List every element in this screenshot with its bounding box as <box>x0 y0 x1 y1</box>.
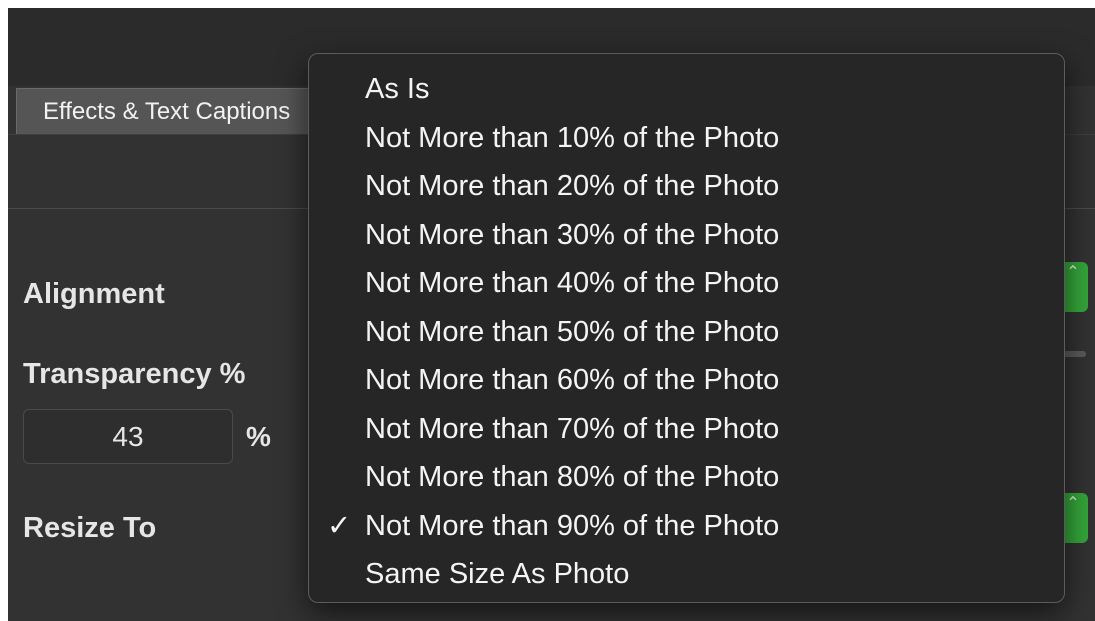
menu-item-label: Not More than 40% of the Photo <box>365 267 780 299</box>
chevron-up-down-icon: ⌃ <box>1066 495 1080 512</box>
menu-item[interactable]: Not More than 60% of the Photo <box>309 356 1064 405</box>
menu-item[interactable]: Not More than 10% of the Photo <box>309 114 1064 163</box>
tab-effects-text-captions[interactable]: Effects & Text Captions <box>16 88 316 134</box>
menu-item[interactable]: Not More than 70% of the Photo <box>309 405 1064 454</box>
menu-item-label: Not More than 90% of the Photo <box>365 509 780 542</box>
menu-item-label: Not More than 50% of the Photo <box>365 315 780 348</box>
transparency-label: Transparency % <box>23 358 246 390</box>
menu-item-label: Not More than 30% of the Photo <box>365 218 780 251</box>
menu-item-label: Not More than 20% of the Photo <box>365 170 780 202</box>
menu-item[interactable]: Same Size As Photo <box>309 550 1064 599</box>
menu-item[interactable]: Not More than 40% of the Photo <box>309 259 1064 308</box>
menu-item[interactable]: Not More than 80% of the Photo <box>309 453 1064 502</box>
resize-to-label: Resize To <box>23 512 157 544</box>
menu-item[interactable]: Not More than 30% of the Photo <box>309 211 1064 260</box>
chevron-up-down-icon: ⌃ <box>1066 264 1080 281</box>
alignment-label: Alignment <box>23 278 165 310</box>
checkmark-icon: ✓ <box>327 509 352 542</box>
menu-item-label: Not More than 10% of the Photo <box>365 121 780 154</box>
menu-item-selected[interactable]: ✓ Not More than 90% of the Photo <box>309 502 1064 551</box>
menu-item-label: Not More than 60% of the Photo <box>365 364 780 396</box>
menu-item-label: Same Size As Photo <box>365 558 630 590</box>
percent-unit-label: % <box>246 421 271 452</box>
menu-item-label: Not More than 70% of the Photo <box>365 412 780 445</box>
transparency-input[interactable]: 43 <box>23 409 233 464</box>
resize-to-dropdown-menu: As Is Not More than 10% of the Photo Not M… <box>308 53 1065 603</box>
dropdown-options: As Is Not More than 10% of the Photo Not M… <box>309 65 1064 599</box>
menu-item[interactable]: Not More than 50% of the Photo <box>309 308 1064 357</box>
menu-item[interactable]: As Is <box>309 65 1064 114</box>
menu-item-label: Not More than 80% of the Photo <box>365 461 780 493</box>
menu-item[interactable]: Not More than 20% of the Photo <box>309 162 1064 211</box>
menu-item-label: As Is <box>365 73 430 105</box>
